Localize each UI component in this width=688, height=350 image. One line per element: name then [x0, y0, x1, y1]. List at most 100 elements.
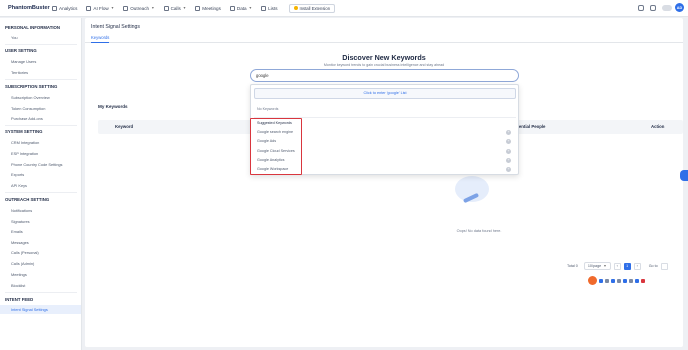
- list-icon: [261, 5, 267, 11]
- enter-list-button[interactable]: Click to enter 'google' List: [254, 88, 516, 99]
- chrome-icon: [293, 6, 298, 10]
- add-icon[interactable]: +: [506, 158, 511, 163]
- sidebar-item-notifications[interactable]: Notifications: [0, 206, 81, 215]
- nav-ai-flow[interactable]: AI Flow ▼: [86, 5, 114, 11]
- section-personal-title: PERSONAL INFORMATION: [5, 25, 60, 30]
- chevron-down-icon: ▼: [603, 264, 607, 268]
- sidebar-item-exports[interactable]: Exports: [0, 170, 81, 179]
- bell-icon[interactable]: [650, 4, 656, 11]
- nav-calls[interactable]: Calls ▼: [163, 5, 187, 11]
- tab-bar: Keywords: [85, 35, 683, 43]
- tab-keywords[interactable]: Keywords: [91, 35, 110, 43]
- settings-sidebar: PERSONAL INFORMATION You USER SETTING Ma…: [0, 18, 82, 350]
- discover-title: Discover New Keywords: [342, 53, 426, 62]
- suggested-keywords-title: Suggested Keywords: [257, 121, 292, 125]
- section-intent-title: INTENT FEED: [5, 297, 34, 302]
- phone-icon: [163, 5, 169, 11]
- divider: [5, 125, 77, 126]
- sidebar-item-crm-integration[interactable]: CRM Integration: [0, 138, 81, 147]
- page-size-select[interactable]: 10/page ▼: [583, 262, 611, 270]
- discover-subtitle: Monitor keyword trends to gain crucial b…: [323, 63, 445, 67]
- tool-icon[interactable]: [611, 278, 615, 283]
- divider: [5, 44, 77, 45]
- nav-outreach-label: Outreach: [130, 5, 150, 11]
- add-icon[interactable]: +: [506, 139, 511, 144]
- sidebar-item-esp-integration[interactable]: ESP Integration: [0, 149, 81, 158]
- suggestion-label: Google search engine: [257, 130, 294, 134]
- user-avatar[interactable]: AD: [675, 3, 684, 12]
- theme-toggle[interactable]: [662, 4, 672, 11]
- nav-calls-label: Calls: [170, 5, 181, 11]
- no-keywords-text: No Keywords: [257, 107, 279, 111]
- divider: [5, 292, 77, 293]
- tool-icon[interactable]: [605, 278, 609, 283]
- pagination: Total 0 10/page ▼ ‹ 1 › Go to: [567, 262, 668, 270]
- sidebar-item-emails[interactable]: Emails: [0, 227, 81, 236]
- sidebar-item-api-keys[interactable]: API Keys: [0, 181, 81, 190]
- main-content: Intent Signal Settings Keywords Discover…: [85, 18, 683, 347]
- suggestion-item[interactable]: Google search engine +: [251, 128, 518, 137]
- suggestion-item[interactable]: Google Cloud Services +: [251, 147, 518, 156]
- sidebar-item-calls-admin[interactable]: Calls (Admin): [0, 259, 81, 268]
- nav-meetings[interactable]: Meetings: [195, 5, 221, 11]
- tool-icon[interactable]: [635, 278, 639, 283]
- nav-data[interactable]: Data ▼: [229, 5, 253, 11]
- next-page-button[interactable]: ›: [633, 262, 641, 270]
- sidebar-item-intent-signal-settings[interactable]: Intent Signal Settings: [0, 305, 81, 314]
- tool-icon[interactable]: [629, 278, 633, 283]
- sidebar-item-blocklist[interactable]: Blocklist: [0, 281, 81, 290]
- gift-icon[interactable]: [638, 4, 644, 11]
- suggestion-label: Google Analytics: [257, 158, 285, 162]
- sidebar-item-territories[interactable]: Territories: [0, 68, 81, 77]
- sidebar-item-subscription-overview[interactable]: Subscription Overview: [0, 93, 81, 102]
- nav-lists[interactable]: Lists: [261, 5, 278, 11]
- add-icon[interactable]: +: [506, 149, 511, 154]
- add-icon[interactable]: +: [506, 167, 511, 172]
- section-system-title: SYSTEM SETTING: [5, 129, 43, 134]
- help-side-tab[interactable]: [680, 170, 688, 181]
- sidebar-item-messages[interactable]: Messages: [0, 238, 81, 247]
- section-user-title: USER SETTING: [5, 48, 37, 53]
- nav-analytics-label: Analytics: [59, 5, 78, 11]
- brand-logo[interactable]: PhantomBuster: [5, 4, 50, 12]
- add-icon[interactable]: +: [506, 130, 511, 135]
- tool-icon[interactable]: [599, 278, 603, 283]
- top-navigation-bar: PhantomBuster Analytics AI Flow ▼ Outrea…: [0, 0, 688, 17]
- column-action: Action: [651, 124, 665, 129]
- brand-name: PhantomBuster: [8, 5, 50, 11]
- tool-icon[interactable]: [641, 278, 645, 283]
- prev-page-button[interactable]: ‹: [613, 262, 621, 270]
- sidebar-item-purchase-addons[interactable]: Purchase Add-ons: [0, 114, 81, 123]
- chevron-down-icon: ▼: [248, 6, 253, 10]
- suggestion-item[interactable]: Google Analytics +: [251, 156, 518, 165]
- goto-input[interactable]: [660, 262, 668, 270]
- nav-outreach[interactable]: Outreach ▼: [123, 5, 155, 11]
- divider: [5, 79, 77, 80]
- section-subscription-title: SUBSCRIPTION SETTING: [5, 84, 58, 89]
- total-count: Total 0: [567, 264, 578, 268]
- sidebar-item-phone-country-code[interactable]: Phone Country Code Settings: [0, 160, 81, 169]
- keyword-search-input[interactable]: google: [250, 69, 519, 82]
- suggestion-item[interactable]: Google Ads +: [251, 137, 518, 146]
- nav-analytics[interactable]: Analytics: [52, 5, 78, 11]
- sidebar-item-manage-users[interactable]: Manage Users: [0, 57, 81, 66]
- chevron-down-icon: ▼: [151, 6, 155, 10]
- assistant-icon[interactable]: [588, 276, 597, 285]
- sidebar-item-calls-personal[interactable]: Calls (Personal): [0, 248, 81, 257]
- chevron-down-icon: ▼: [182, 6, 187, 10]
- sidebar-item-signatures[interactable]: Signatures: [0, 217, 81, 226]
- suggestion-label: Google Workspace: [257, 167, 289, 171]
- suggestion-item[interactable]: Google Workspace +: [251, 165, 518, 174]
- nav-ai-flow-label: AI Flow: [93, 5, 109, 11]
- nav-data-label: Data: [236, 5, 247, 11]
- tool-icon[interactable]: [617, 278, 621, 283]
- sidebar-item-meetings[interactable]: Meetings: [0, 270, 81, 279]
- install-extension-button[interactable]: Install Extension: [288, 3, 336, 13]
- page-size-value: 10/page: [587, 264, 602, 268]
- nav-meetings-label: Meetings: [202, 5, 221, 11]
- my-keywords-heading: My Keywords: [98, 104, 128, 109]
- sidebar-item-you[interactable]: You: [0, 33, 81, 42]
- sidebar-item-token-consumption[interactable]: Token Consumption: [0, 104, 81, 113]
- tool-icon[interactable]: [623, 278, 627, 283]
- page-number-button[interactable]: 1: [623, 262, 631, 270]
